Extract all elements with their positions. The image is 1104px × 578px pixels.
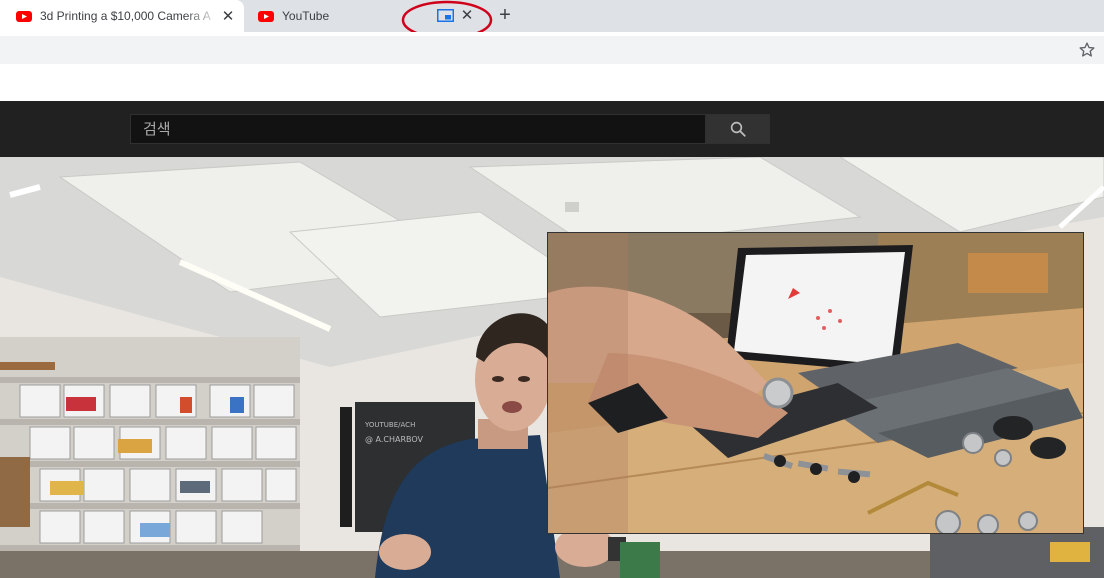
picture-in-picture-icon[interactable]	[437, 9, 454, 22]
page-top-spacer	[0, 66, 1104, 101]
search-input[interactable]	[130, 114, 706, 144]
tab-title: YouTube	[282, 9, 330, 23]
youtube-favicon-icon	[16, 10, 32, 22]
search-icon	[730, 121, 746, 137]
tab-active-video[interactable]: 3d Printing a $10,000 Camera A ✕	[0, 0, 244, 32]
tab-title: 3d Printing a $10,000 Camera A	[40, 9, 211, 23]
new-tab-button[interactable]: +	[495, 5, 515, 25]
youtube-favicon-icon	[258, 10, 274, 22]
address-bar[interactable]	[0, 36, 1104, 64]
tab-close-button[interactable]: ✕	[220, 8, 236, 24]
bookmark-star-icon[interactable]	[1078, 41, 1096, 59]
svg-text:YOUTUBE/ACH: YOUTUBE/ACH	[364, 421, 415, 429]
search-button[interactable]	[706, 114, 770, 144]
picture-in-picture-window[interactable]	[548, 233, 1083, 533]
tab-close-button[interactable]: ✕	[459, 7, 475, 24]
youtube-masthead	[0, 101, 1104, 157]
svg-text:@ A.CHARBOV: @ A.CHARBOV	[365, 435, 424, 444]
browser-toolbar	[0, 32, 1104, 66]
tab-strip: 3d Printing a $10,000 Camera A ✕ YouTube…	[0, 0, 1104, 40]
pip-video-frame	[548, 233, 1083, 533]
